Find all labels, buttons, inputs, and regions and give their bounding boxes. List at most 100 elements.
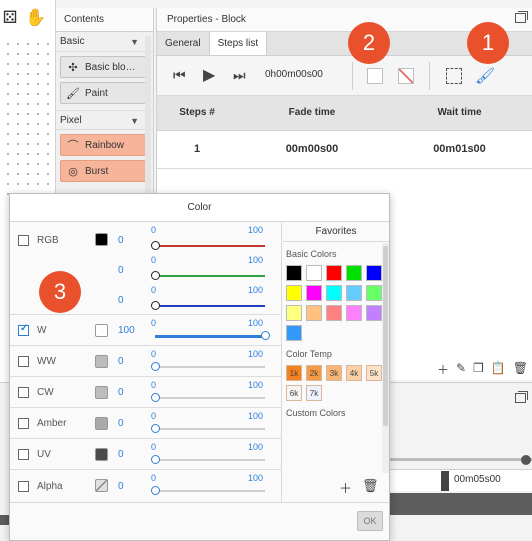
wait-time-cell[interactable]: 00m01s00 [387,130,532,169]
restore-window-icon[interactable] [515,11,528,23]
basic-color-swatch[interactable] [306,285,322,301]
restore-window-icon[interactable] [515,391,528,403]
red-slider-track[interactable] [155,245,265,247]
blue-value[interactable]: 0 [118,295,124,306]
basic-color-swatch[interactable] [286,305,302,321]
basic-color-swatch[interactable] [346,305,362,321]
channel-value[interactable]: 0 [118,356,124,367]
marquee-select-icon[interactable] [446,68,462,84]
add-step-icon[interactable]: ＋ [437,361,449,378]
color-swatch[interactable] [95,355,108,368]
channel-value[interactable]: 0 [118,481,124,492]
step-number-cell[interactable]: 1 [157,130,237,169]
channel-checkbox[interactable] [18,356,29,367]
slider-handle[interactable] [151,455,160,464]
color-temp-swatch[interactable]: 2k [306,365,322,381]
basic-color-swatch[interactable] [286,285,302,301]
basic-color-swatch[interactable] [366,305,382,321]
slider-track[interactable] [155,428,265,430]
color-picker-button[interactable] [367,68,383,84]
category-basic[interactable]: Basic ▼ [56,32,153,52]
timeline-zoom-handle[interactable] [521,455,531,465]
basic-color-swatch[interactable] [306,305,322,321]
add-favorite-icon[interactable]: ＋ [339,478,352,497]
dice-icon[interactable]: ⚄ [0,8,20,28]
channel-checkbox[interactable] [18,418,29,429]
slider-handle[interactable] [261,331,270,340]
blue-slider-handle[interactable] [151,301,160,310]
red-slider-handle[interactable] [151,241,160,250]
hand-icon[interactable]: ✋ [25,8,46,28]
ok-button[interactable]: OK [357,511,383,531]
color-temp-swatch[interactable]: 6k [286,385,302,401]
no-color-button[interactable] [398,68,414,84]
basic-color-swatch[interactable] [346,265,362,281]
effect-rainbow-button[interactable]: ⌒ Rainbow [60,134,149,156]
basic-color-swatch[interactable] [366,285,382,301]
channel-value[interactable]: 100 [118,325,135,336]
timeline-marker[interactable] [441,471,449,491]
color-swatch[interactable] [95,417,108,430]
basic-color-swatch[interactable] [286,325,302,341]
color-temp-swatch[interactable]: 4k [346,365,362,381]
delete-step-icon[interactable]: 🗑 [513,361,528,378]
skip-back-icon[interactable]: ⏮ [173,67,186,84]
timeline-block[interactable] [388,493,532,515]
basic-color-swatch[interactable] [346,285,362,301]
color-temp-swatch[interactable]: 7k [306,385,322,401]
channel-checkbox[interactable] [18,235,29,246]
green-value[interactable]: 0 [118,265,124,276]
effect-burst-button[interactable]: ◎ Burst [60,160,149,182]
slider-handle[interactable] [151,362,160,371]
green-slider-track[interactable] [155,275,265,277]
slider-track[interactable] [155,490,265,492]
dot-grid-canvas[interactable] [0,36,56,196]
scrollbar-thumb[interactable] [383,246,388,426]
channel-value[interactable]: 0 [118,449,124,460]
color-swatch[interactable] [95,324,108,337]
slider-track[interactable] [155,459,265,461]
slider-handle[interactable] [151,393,160,402]
color-swatch[interactable] [95,479,108,492]
basic-color-swatch[interactable] [306,265,322,281]
color-temp-swatch[interactable]: 1k [286,365,302,381]
color-swatch[interactable] [95,386,108,399]
column-header-steps[interactable]: Steps # [157,96,237,131]
skip-forward-icon[interactable]: ⏭ [233,67,246,84]
channel-checkbox[interactable] [18,323,29,336]
delete-favorite-icon[interactable]: 🗑 [362,478,379,497]
play-icon[interactable]: ▶ [203,65,215,85]
slider-handle[interactable] [151,424,160,433]
slider-track[interactable] [155,397,265,399]
red-value[interactable]: 0 [118,235,124,246]
column-header-wait-time[interactable]: Wait time [387,96,532,131]
channel-checkbox[interactable] [18,387,29,398]
basic-color-swatch[interactable] [366,265,382,281]
duplicate-step-icon[interactable]: ❐ [473,361,484,378]
column-header-fade-time[interactable]: Fade time [237,96,387,131]
effect-paint-button[interactable]: 🖌 Paint [60,82,149,104]
channel-value[interactable]: 0 [118,387,124,398]
tab-steps-list[interactable]: Steps list [208,32,268,55]
table-row[interactable]: 1 00m00s00 00m01s00 [157,130,532,169]
slider-handle[interactable] [151,486,160,495]
category-pixel[interactable]: Pixel ▼ [56,110,153,130]
contents-scrollbar[interactable] [145,36,151,196]
paint-brush-icon[interactable]: 🖌 [475,66,495,86]
fade-time-cell[interactable]: 00m00s00 [237,130,387,169]
effect-basic-block-button[interactable]: ✣ Basic blo… [60,56,149,78]
slider-track[interactable] [155,366,265,368]
slider-track[interactable] [155,335,265,338]
favorites-scrollbar[interactable] [382,243,389,473]
timeline-zoom-track[interactable] [388,458,532,461]
color-swatch[interactable] [95,233,108,246]
blue-slider-track[interactable] [155,305,265,307]
channel-checkbox[interactable] [18,481,29,492]
color-temp-swatch[interactable]: 5k [366,365,382,381]
green-slider-handle[interactable] [151,271,160,280]
basic-color-swatch[interactable] [326,265,342,281]
chevron-down-icon[interactable]: ▼ [130,111,139,131]
tab-general[interactable]: General [157,32,209,55]
basic-color-swatch[interactable] [326,305,342,321]
color-temp-swatch[interactable]: 3k [326,365,342,381]
